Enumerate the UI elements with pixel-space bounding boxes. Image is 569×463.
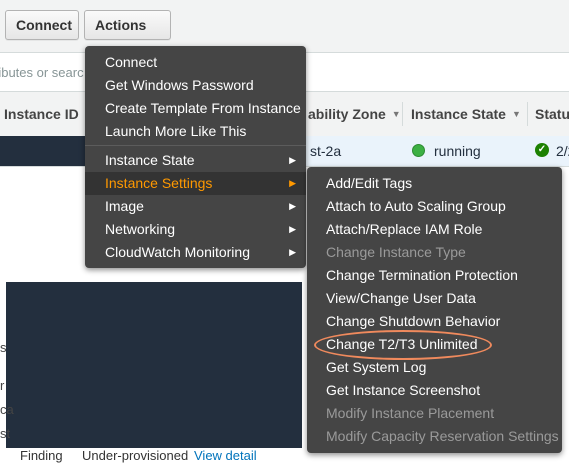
- column-divider: [402, 102, 403, 126]
- menu-item-label: CloudWatch Monitoring: [105, 244, 250, 260]
- side-text-fragment: ca: [0, 402, 14, 417]
- chevron-right-icon: ▶: [289, 178, 296, 188]
- column-header-label: Instance State: [411, 106, 506, 122]
- submenu-item-get-instance-screenshot[interactable]: Get Instance Screenshot: [307, 379, 562, 402]
- column-divider: [527, 102, 528, 126]
- submenu-item-change-shutdown-behavior[interactable]: Change Shutdown Behavior: [307, 310, 562, 333]
- submenu-item-attach-auto-scaling[interactable]: Attach to Auto Scaling Group: [307, 195, 562, 218]
- status-running-icon: [412, 144, 425, 157]
- column-header-instance-id[interactable]: Instance ID: [4, 106, 79, 122]
- view-detail-link[interactable]: View detail: [194, 448, 257, 463]
- search-input-placeholder[interactable]: ributes or searc: [0, 65, 84, 80]
- menu-item-label: Instance Settings: [105, 175, 213, 191]
- finding-value: Under-provisioned: [82, 448, 189, 463]
- column-header-label: Instance ID: [4, 106, 79, 122]
- column-header-status[interactable]: Status: [535, 106, 569, 122]
- redacted-details-panel: [6, 282, 302, 448]
- menu-item-networking[interactable]: Networking ▶: [85, 218, 306, 241]
- connect-button[interactable]: Connect: [5, 10, 79, 40]
- instance-settings-submenu: Add/Edit Tags Attach to Auto Scaling Gro…: [307, 167, 562, 453]
- submenu-item-modify-capacity-reservation: Modify Capacity Reservation Settings: [326, 428, 559, 444]
- menu-item-instance-state[interactable]: Instance State ▶: [85, 149, 306, 172]
- submenu-item-add-edit-tags[interactable]: Add/Edit Tags: [307, 172, 562, 195]
- column-header-label: ability Zone: [308, 106, 386, 122]
- submenu-item-change-t2-t3-unlimited[interactable]: Change T2/T3 Unlimited: [307, 333, 562, 356]
- column-header-label: Status: [535, 106, 569, 122]
- chevron-right-icon: ▶: [289, 155, 296, 165]
- submenu-item-change-instance-type: Change Instance Type: [326, 244, 466, 260]
- column-header-instance-state[interactable]: Instance State ▼: [411, 106, 521, 122]
- menu-item-cloudwatch-monitoring[interactable]: CloudWatch Monitoring ▶: [85, 241, 306, 264]
- menu-item-label: Instance State: [105, 152, 195, 168]
- actions-button-label: Actions: [95, 17, 147, 33]
- submenu-item-get-system-log[interactable]: Get System Log: [307, 356, 562, 379]
- sort-icon: ▼: [511, 109, 521, 119]
- submenu-item-view-change-user-data[interactable]: View/Change User Data: [307, 287, 562, 310]
- actions-menu: Connect Get Windows Password Create Temp…: [85, 46, 306, 268]
- submenu-item-attach-iam-role[interactable]: Attach/Replace IAM Role: [307, 218, 562, 241]
- menu-item-label: Image: [105, 198, 144, 214]
- side-text-fragment: s: [0, 340, 7, 355]
- chevron-right-icon: ▶: [289, 201, 296, 211]
- redacted-instance-id: [0, 136, 88, 166]
- submenu-item-modify-instance-placement: Modify Instance Placement: [326, 405, 495, 421]
- menu-item-instance-settings[interactable]: Instance Settings ▶: [85, 172, 306, 195]
- actions-button[interactable]: Actions▲: [84, 10, 171, 60]
- zone-cell: st-2a: [310, 143, 342, 159]
- menu-item-connect[interactable]: Connect: [85, 51, 306, 74]
- side-text-fragment: st: [0, 426, 11, 441]
- menu-item-image[interactable]: Image ▶: [85, 195, 306, 218]
- menu-item-launch-more[interactable]: Launch More Like This: [85, 120, 306, 143]
- submenu-item-change-termination-protection[interactable]: Change Termination Protection: [307, 264, 562, 287]
- status-check-icon: ✓: [535, 143, 549, 157]
- sort-icon: ▼: [391, 109, 401, 119]
- status-cell: 2/2: [556, 143, 569, 159]
- menu-item-label: Networking: [105, 221, 176, 237]
- chevron-right-icon: ▶: [289, 224, 296, 234]
- menu-item-get-windows-password[interactable]: Get Windows Password: [85, 74, 306, 97]
- column-header-availability-zone[interactable]: ability Zone ▼: [308, 106, 401, 122]
- finding-label: Finding: [20, 448, 63, 463]
- chevron-right-icon: ▶: [289, 247, 296, 257]
- menu-item-create-template[interactable]: Create Template From Instance: [85, 97, 306, 120]
- state-cell: running: [434, 143, 481, 159]
- side-text-fragment: r: [0, 378, 5, 393]
- menu-separator: [85, 145, 306, 146]
